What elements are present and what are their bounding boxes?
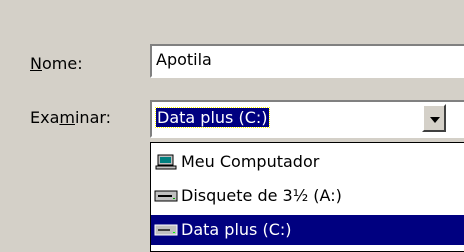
examine-combobox-value: Data plus (C:) <box>155 107 270 128</box>
name-label-mnemonic: N <box>30 54 42 73</box>
name-label: Nome: <box>30 54 83 73</box>
name-input-value: Apotila <box>156 50 212 69</box>
list-item-label: Data plus (C:) <box>181 220 292 239</box>
dropdown-list: Meu Computador Disquete de 3½ (A:) Data … <box>150 142 464 252</box>
hard-drive-icon <box>154 224 178 236</box>
list-item-my-computer[interactable]: Meu Computador <box>151 147 464 177</box>
examine-label: Examinar: <box>30 108 112 127</box>
list-item-label: Disquete de 3½ (A:) <box>181 186 342 205</box>
examine-combobox[interactable]: Data plus (C:) <box>150 100 464 138</box>
chevron-down-icon <box>430 117 440 123</box>
dropdown-button[interactable] <box>422 104 446 132</box>
floppy-drive-icon <box>154 190 178 202</box>
computer-icon <box>155 154 177 170</box>
name-input[interactable]: Apotila <box>150 44 464 78</box>
list-item-floppy[interactable]: Disquete de 3½ (A:) <box>151 181 464 211</box>
list-item-data-plus[interactable]: Data plus (C:) <box>151 215 464 245</box>
list-item-label: Meu Computador <box>181 152 320 171</box>
examine-label-mnemonic: m <box>59 108 75 127</box>
